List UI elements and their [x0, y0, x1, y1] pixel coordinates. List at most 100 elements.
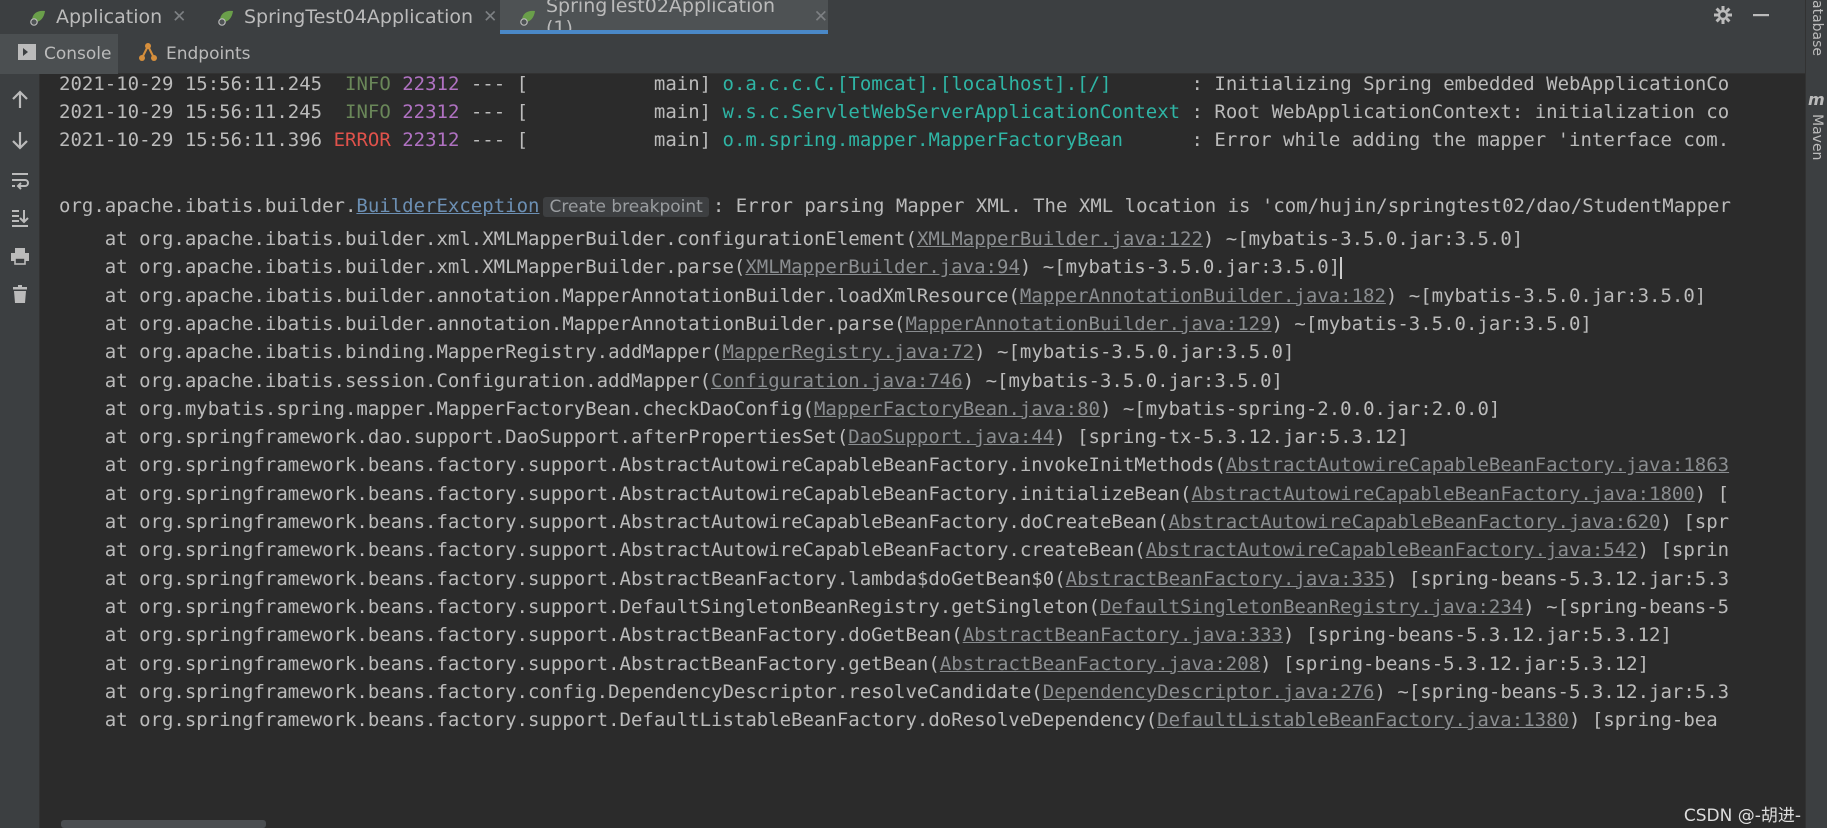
- source-link[interactable]: AbstractBeanFactory.java:335: [1066, 568, 1386, 590]
- database-tool-label[interactable]: atabase: [1809, 0, 1825, 56]
- console-tab-bar: Console Endpoints: [0, 34, 1805, 74]
- source-link[interactable]: Configuration.java:746: [711, 370, 963, 392]
- log-thread: main]: [528, 74, 712, 95]
- frame-artifact: ) [spring-bea: [1568, 709, 1718, 732]
- log-level: INFO: [333, 74, 391, 95]
- frame-method: at org.apache.ibatis.builder.xml.XMLMapp…: [59, 256, 746, 279]
- console-icon: [18, 43, 36, 65]
- frame-method: at org.apache.ibatis.builder.annotation.…: [59, 312, 906, 335]
- gear-icon[interactable]: [1713, 5, 1733, 29]
- tab-endpoints[interactable]: Endpoints: [138, 34, 258, 74]
- frame-artifact: ) ~[mybatis-3.5.0.jar:3.5.0]: [1385, 284, 1707, 307]
- frame-artifact: ) ~[spring-beans-5: [1523, 595, 1730, 618]
- frame-artifact: ) ~[mybatis-3.5.0.jar:3.5.0]: [1202, 228, 1524, 250]
- text-caret: [1340, 256, 1343, 279]
- source-link[interactable]: AbstractBeanFactory.java:333: [963, 624, 1283, 646]
- log-pid: 22312: [402, 129, 460, 151]
- log-timestamp: 2021-10-29 15:56:11.396: [59, 129, 323, 151]
- run-tab-bar: Application ✕ SpringTest04Application ✕ …: [0, 0, 1805, 39]
- frame-artifact: ) ~[mybatis-3.5.0.jar:3.5.0]: [1019, 256, 1341, 279]
- source-link[interactable]: MapperAnnotationBuilder.java:129: [905, 313, 1271, 335]
- log-message: : Root WebApplicationContext: initializa…: [1180, 101, 1730, 123]
- frame-method: at org.springframework.dao.support.DaoSu…: [59, 426, 849, 449]
- log-separator: --- [: [459, 101, 529, 123]
- close-icon[interactable]: ✕: [814, 7, 828, 27]
- frame-method: at org.mybatis.spring.mapper.MapperFacto…: [59, 397, 814, 420]
- frame-artifact: ) [: [1694, 482, 1730, 505]
- source-link[interactable]: MapperAnnotationBuilder.java:182: [1020, 285, 1386, 307]
- exception-message: : Error parsing Mapper XML. The XML loca…: [712, 195, 1731, 217]
- trash-icon[interactable]: [6, 280, 34, 308]
- arrow-down-icon[interactable]: [6, 126, 34, 154]
- maven-tool-label[interactable]: Maven: [1809, 114, 1825, 160]
- arrow-up-icon[interactable]: [6, 86, 34, 114]
- frame-method: at org.springframework.beans.factory.sup…: [59, 624, 963, 647]
- watermark: CSDN @-胡进-: [1683, 806, 1801, 826]
- source-link[interactable]: DefaultSingletonBeanRegistry.java:234: [1100, 596, 1523, 618]
- log-logger[interactable]: o.a.c.c.C.[Tomcat].[localhost].[/]: [723, 74, 1181, 95]
- frame-artifact: ) ~[spring-beans-5.3.12.jar:5.3: [1374, 680, 1730, 703]
- frame-method: at org.springframework.beans.factory.sup…: [59, 511, 1169, 533]
- exception-package: org.apache.ibatis.builder.: [59, 195, 357, 217]
- source-link[interactable]: AbstractAutowireCapableBeanFactory.java:…: [1191, 483, 1694, 505]
- frame-artifact: ) [spring-beans-5.3.12.jar:5.3.12]: [1282, 624, 1672, 647]
- close-icon[interactable]: ✕: [483, 7, 497, 27]
- frame-artifact: ) ~[mybatis-3.5.0.jar:3.5.0]: [962, 369, 1283, 392]
- log-line: 2021-10-29 15:56:11.396 ERROR 22312 --- …: [59, 124, 1729, 157]
- source-link[interactable]: AbstractBeanFactory.java:208: [940, 653, 1260, 675]
- tab-label: Application: [56, 6, 163, 28]
- source-link[interactable]: AbstractAutowireCapableBeanFactory.java:…: [1169, 511, 1661, 533]
- frame-method: at org.springframework.beans.factory.con…: [59, 680, 1043, 703]
- scroll-to-end-icon[interactable]: [6, 204, 34, 232]
- log-pid: 22312: [402, 74, 460, 95]
- tab-label: SpringTest04Application: [244, 6, 474, 28]
- log-message: : Error while adding the mapper 'interfa…: [1180, 129, 1730, 151]
- console-output[interactable]: 2021-10-29 15:56:11.245 INFO 22312 --- […: [41, 74, 1805, 828]
- log-logger[interactable]: o.m.spring.mapper.MapperFactoryBean: [723, 129, 1181, 151]
- log-logger[interactable]: w.s.c.ServletWebServerApplicationContext: [723, 101, 1181, 123]
- frame-method: at org.springframework.beans.factory.sup…: [59, 539, 1146, 562]
- frame-method: at org.springframework.beans.factory.sup…: [59, 482, 1192, 505]
- frame-artifact: ) ~[mybatis-spring-2.0.0.jar:2.0.0]: [1099, 397, 1501, 420]
- frame-method: at org.springframework.beans.factory.sup…: [59, 652, 940, 675]
- source-link[interactable]: DaoSupport.java:44: [848, 426, 1054, 448]
- frame-method: at org.springframework.beans.factory.sup…: [59, 595, 1100, 618]
- source-link[interactable]: MapperRegistry.java:72: [722, 341, 974, 363]
- source-link[interactable]: DefaultListableBeanFactory.java:1380: [1157, 709, 1569, 731]
- source-link[interactable]: DependencyDescriptor.java:276: [1043, 681, 1375, 703]
- tab-application[interactable]: Application ✕: [28, 0, 188, 34]
- frame-method: at org.apache.ibatis.builder.xml.XMLMapp…: [59, 228, 917, 250]
- stack-frame: at org.springframework.beans.factory.sup…: [59, 704, 1718, 737]
- spring-run-icon: [216, 7, 236, 27]
- tab-springtest04[interactable]: SpringTest04Application ✕: [216, 0, 497, 34]
- tab-console[interactable]: Console: [0, 34, 118, 74]
- tab-springtest02[interactable]: SpringTest02Application (1) ✕: [500, 0, 828, 39]
- frame-artifact: ) [spring-beans-5.3.12.jar:5.3: [1385, 567, 1730, 590]
- log-thread: main]: [528, 101, 712, 123]
- source-link[interactable]: AbstractAutowireCapableBeanFactory.java:…: [1146, 539, 1638, 561]
- tab-bar-tools: [1713, 0, 1805, 34]
- print-icon[interactable]: [6, 242, 34, 270]
- soft-wrap-icon[interactable]: [6, 166, 34, 194]
- frame-method: at org.apache.ibatis.session.Configurati…: [59, 369, 712, 392]
- frame-method: at org.springframework.beans.factory.sup…: [59, 454, 1226, 477]
- frame-method: at org.springframework.beans.factory.sup…: [59, 709, 1158, 732]
- source-link[interactable]: XMLMapperBuilder.java:122: [917, 228, 1203, 250]
- horizontal-scrollbar[interactable]: [61, 820, 266, 828]
- frame-artifact: ) [spring-tx-5.3.12.jar:5.3.12]: [1054, 426, 1409, 449]
- frame-artifact: ) [sprin: [1637, 539, 1730, 562]
- minimize-icon[interactable]: [1751, 5, 1771, 29]
- create-breakpoint-button[interactable]: Create breakpoint: [543, 197, 709, 217]
- source-link[interactable]: MapperFactoryBean.java:80: [814, 398, 1100, 420]
- frame-artifact: ) ~[mybatis-3.5.0.jar:3.5.0]: [974, 341, 1295, 364]
- right-tool-strip: atabase m Maven: [1805, 0, 1827, 828]
- endpoints-icon: [138, 42, 158, 67]
- exception-class-link[interactable]: BuilderException: [356, 195, 539, 217]
- source-link[interactable]: XMLMapperBuilder.java:94: [745, 256, 1020, 278]
- log-timestamp: 2021-10-29 15:56:11.245: [59, 74, 323, 95]
- close-icon[interactable]: ✕: [172, 7, 186, 27]
- maven-icon: m: [1808, 90, 1825, 109]
- frame-method: at org.apache.ibatis.builder.annotation.…: [59, 284, 1020, 307]
- source-link[interactable]: AbstractAutowireCapableBeanFactory.java:…: [1226, 454, 1729, 476]
- log-pid: 22312: [402, 101, 460, 123]
